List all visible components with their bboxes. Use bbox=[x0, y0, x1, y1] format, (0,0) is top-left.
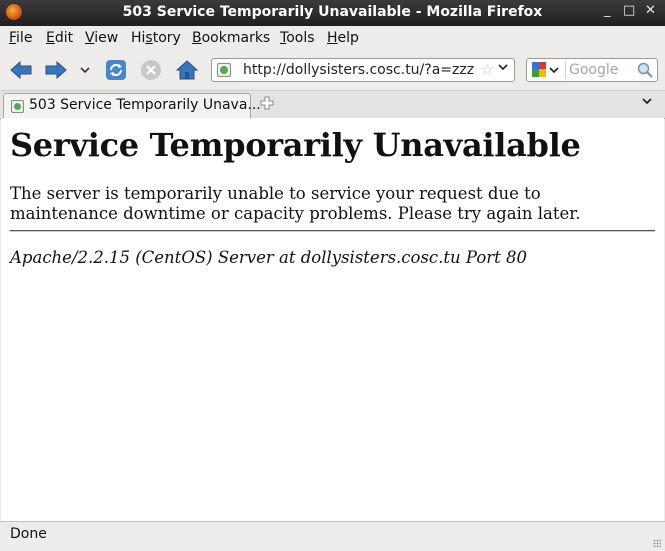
url-input[interactable]: http://dollysisters.cosc.tu/?a=zzz bbox=[243, 62, 474, 78]
menu-bookmarks[interactable]: Bookmarks bbox=[192, 30, 270, 46]
close-button[interactable]: ✕ bbox=[645, 3, 656, 18]
maximize-button[interactable]: □ bbox=[623, 3, 635, 18]
menu-edit[interactable]: Edit bbox=[46, 30, 73, 46]
back-button[interactable] bbox=[9, 59, 33, 81]
new-tab-button[interactable] bbox=[260, 95, 274, 114]
menu-view[interactable]: View bbox=[85, 30, 118, 46]
url-history-dropdown-icon[interactable] bbox=[498, 60, 508, 78]
magnifier-icon bbox=[637, 62, 653, 78]
stop-button[interactable] bbox=[139, 59, 163, 81]
tab-active[interactable]: 503 Service Temporarily Unava... bbox=[3, 93, 261, 118]
forward-icon bbox=[45, 60, 67, 80]
window-title: 503 Service Temporarily Unavailable - Mo… bbox=[122, 4, 543, 20]
tab-favicon-icon bbox=[11, 100, 24, 113]
chevron-down-icon bbox=[642, 98, 652, 105]
menu-tools[interactable]: Tools bbox=[280, 30, 315, 46]
history-dropdown-button[interactable] bbox=[76, 59, 94, 81]
menu-help[interactable]: Help bbox=[327, 30, 359, 46]
home-icon bbox=[176, 60, 198, 80]
reload-icon bbox=[106, 60, 126, 80]
url-bar[interactable]: http://dollysisters.cosc.tu/?a=zzz ☆ bbox=[211, 58, 515, 82]
forward-button[interactable] bbox=[44, 59, 68, 81]
plus-icon bbox=[260, 96, 274, 110]
browser-window: 503 Service Temporarily Unavailable - Mo… bbox=[0, 0, 665, 551]
menu-file[interactable]: File bbox=[9, 30, 32, 46]
status-text: Done bbox=[10, 526, 47, 542]
tab-label: 503 Service Temporarily Unava... bbox=[29, 97, 261, 113]
divider bbox=[10, 230, 655, 232]
search-input[interactable]: Google bbox=[569, 62, 618, 78]
resize-grip[interactable] bbox=[653, 539, 661, 547]
minimize-button[interactable]: _ bbox=[604, 3, 611, 18]
chevron-down-icon bbox=[80, 67, 90, 74]
server-signature: Apache/2.2.15 (CentOS) Server at dollysi… bbox=[10, 248, 528, 267]
search-engine-selector[interactable] bbox=[529, 61, 566, 79]
list-all-tabs-button[interactable] bbox=[641, 95, 653, 110]
page-heading: Service Temporarily Unavailable bbox=[10, 126, 581, 164]
reload-button[interactable] bbox=[104, 59, 128, 81]
error-message: The server is temporarily unable to serv… bbox=[10, 184, 581, 223]
menu-bar: File Edit View History Bookmarks Tools H… bbox=[0, 26, 665, 50]
back-icon bbox=[10, 60, 32, 80]
search-bar[interactable]: Google bbox=[526, 58, 658, 82]
status-bar: Done bbox=[0, 521, 665, 551]
stop-icon bbox=[141, 60, 161, 80]
title-bar: 503 Service Temporarily Unavailable - Mo… bbox=[0, 0, 665, 26]
tab-bar: 503 Service Temporarily Unava... bbox=[0, 91, 665, 119]
navigation-toolbar: http://dollysisters.cosc.tu/?a=zzz ☆ Goo… bbox=[0, 50, 665, 91]
google-icon bbox=[532, 62, 559, 77]
bookmark-star-icon[interactable]: ☆ bbox=[480, 60, 494, 79]
home-button[interactable] bbox=[175, 59, 199, 81]
page-content: Service Temporarily Unavailable The serv… bbox=[1, 118, 664, 521]
site-identity-icon[interactable] bbox=[217, 63, 231, 77]
menu-history[interactable]: History bbox=[131, 30, 181, 46]
search-button[interactable] bbox=[637, 62, 653, 82]
